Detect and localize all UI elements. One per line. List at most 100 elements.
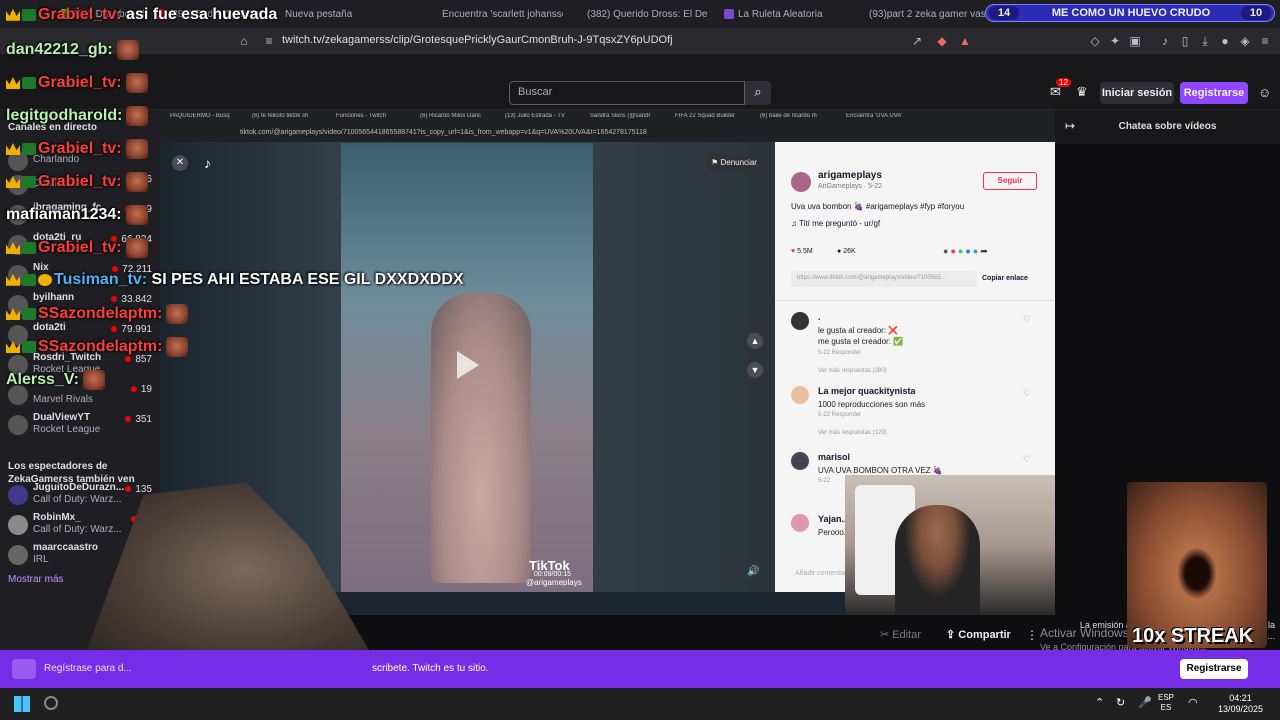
inner-tab: FIFA 22 Squad Builder	[675, 113, 736, 119]
login-button[interactable]: Iniciar sesión	[1100, 82, 1174, 104]
heart-icon[interactable]: ♡	[1023, 314, 1031, 325]
chat-text: SI PES AHI ESTABA ESE GIL DXXDXDDX	[151, 271, 464, 288]
edit-button[interactable]: ✂ Editar	[880, 628, 921, 641]
share-icon[interactable]: ↗	[910, 34, 924, 48]
share-icons[interactable]: ●●●●●➦	[943, 246, 990, 257]
close-icon[interactable]: ✕	[172, 155, 188, 171]
crown-badge-icon	[6, 176, 20, 188]
url-field[interactable]: twitch.tv/zekagamerss/clip/GrotesquePric…	[282, 34, 673, 46]
chat-title: Chatea sobre vídeos	[1118, 121, 1217, 132]
windows-start-icon[interactable]	[14, 696, 30, 712]
scissors-icon: ✂	[880, 629, 893, 641]
menu-icon[interactable]: ≡	[1258, 34, 1272, 48]
follow-button[interactable]: Seguir	[983, 172, 1037, 190]
copy-link-button[interactable]: Copiar enlace	[982, 275, 1028, 282]
video-link-field[interactable]: https://www.tiktok.com/@arigameplays/vid…	[791, 271, 977, 287]
sidebar-toggle-icon[interactable]: ▯	[1178, 34, 1192, 48]
music-icon[interactable]: ♪	[1158, 34, 1172, 48]
clock[interactable]: 04:21 13/09/2025	[1218, 693, 1263, 715]
chat-username: mafiaman1234:	[6, 206, 122, 224]
windows-taskbar: ⌃ ↻ 🎤 ESP ES ◠ 04:21 13/09/2025	[0, 688, 1280, 720]
inner-tab: (6) te felicito tiktok sh	[252, 113, 309, 119]
roulette-icon	[724, 9, 734, 19]
heart-icon[interactable]: ♡	[1023, 388, 1031, 399]
streamer	[895, 505, 980, 615]
chat-message: SSazondelaptm:	[6, 337, 189, 361]
browser-tab[interactable]: Nueva pestaña	[285, 6, 405, 22]
inner-tab: Sandra Skins (@sandr	[590, 113, 651, 119]
sidebar-channel[interactable]: DualViewYT Rocket League 351	[8, 412, 158, 442]
prime-icon[interactable]: ♛	[1076, 84, 1088, 100]
emote-icon	[125, 205, 148, 225]
inner-tab: (6) Ricardo Milos Danc	[420, 113, 482, 119]
browser-tab[interactable]: (93)part 2 zeka gamer vas a c	[865, 6, 985, 22]
rewards-icon[interactable]: ▲	[958, 34, 972, 48]
tiktok-subline: AriGameplays · 5-22	[818, 183, 883, 190]
chat-message: SSazondelaptm:	[6, 304, 189, 328]
inner-tab: (13) Julio Estrada - TV	[505, 113, 565, 119]
screenshot-icon[interactable]: ▣	[1128, 34, 1142, 48]
play-icon[interactable]	[457, 351, 479, 379]
tray-chevron-icon[interactable]: ⌃	[1095, 696, 1104, 709]
stream-alert-banner: 14 ME COMO UN HUEVO CRUDO 10	[985, 4, 1275, 22]
vpn-icon[interactable]: ◈	[1238, 34, 1252, 48]
search-input[interactable]: Buscar	[509, 81, 745, 105]
site-settings-icon[interactable]: ≡	[262, 34, 276, 48]
tiktok-username[interactable]: arigameplays	[818, 170, 882, 181]
signup-button[interactable]: Registrarse	[1180, 659, 1248, 679]
brave-shield-icon[interactable]: ◆	[935, 34, 949, 48]
language-indicator[interactable]: ESP ES	[1158, 693, 1174, 713]
chat-username: SSazondelaptm:	[38, 338, 163, 356]
chat-username: dan42212_gb:	[6, 41, 113, 59]
show-more-link[interactable]: Mostrar más	[8, 574, 64, 585]
avatar	[8, 545, 28, 565]
chat-username: Tusiman_tv:	[54, 271, 148, 288]
address-bar: ⌂ ≡ twitch.tv/zekagamerss/clip/Grotesque…	[0, 28, 1280, 54]
inner-url: tiktok.com/@arigameplays/video/710056544…	[240, 129, 647, 136]
search-icon[interactable]: ⌕	[745, 81, 771, 105]
user-icon[interactable]: ☺	[1258, 85, 1271, 100]
subscriber-badge-icon	[22, 143, 36, 155]
heart-icon[interactable]: ♡	[1023, 454, 1031, 465]
more-icon[interactable]: ⋮	[1026, 628, 1038, 642]
tiktok-video[interactable]: TikTok 00:09/00:15 @arigameplays	[341, 143, 593, 593]
comment-count[interactable]: ● 26K	[837, 248, 856, 255]
video-music[interactable]: ♫ Tití me preguntó - ur/gf	[791, 219, 880, 228]
sync-icon[interactable]: ↻	[1116, 696, 1125, 709]
share-icon: ⇪	[946, 629, 959, 641]
puzzle-icon[interactable]: ✦	[1108, 34, 1122, 48]
bookmark-icon[interactable]: ⌂	[237, 34, 251, 48]
downloads-icon[interactable]: ⤓	[1198, 34, 1212, 48]
emote-icon	[125, 238, 148, 258]
divider	[775, 300, 1055, 301]
alert-right-count: 10	[1241, 6, 1271, 20]
register-button[interactable]: Registrarse	[1180, 82, 1248, 104]
signup-text-tail: scribete. Twitch es tu sitio.	[372, 663, 489, 674]
extension-icon[interactable]: ◇	[1088, 34, 1102, 48]
twitch-header: Buscar ⌕ ✉ 12 ♛ Iniciar sesión Registrar…	[0, 54, 1280, 110]
wifi-icon[interactable]: ◠	[1188, 696, 1198, 709]
volume-icon[interactable]: 🔊	[747, 566, 759, 577]
chat-message: Tusiman_tv: SI PES AHI ESTABA ESE GIL DX…	[6, 271, 464, 295]
chat-username: Grabiel_tv:	[38, 74, 122, 92]
browser-tab[interactable]: La Ruleta Aleatoria	[724, 6, 849, 22]
search-icon[interactable]	[44, 696, 58, 710]
chat-username: Grabiel_tv:	[38, 140, 122, 158]
avatar	[791, 514, 809, 532]
profile-icon[interactable]: ●	[1218, 34, 1232, 48]
comment-item: . le gusta al creador: ❌ me gusta el cre…	[791, 312, 1041, 374]
share-button[interactable]: ⇪ Compartir	[946, 628, 1011, 641]
chat-username: Grabiel_tv:	[38, 6, 122, 23]
sidebar-channel[interactable]: JuguitoDeDurazn... Call of Duty: Warz... 1…	[8, 482, 158, 512]
twitch-glitch-icon	[12, 659, 36, 679]
chevron-up-icon[interactable]: ▲	[747, 333, 763, 349]
microphone-icon[interactable]: 🎤	[1138, 696, 1152, 709]
browser-tab[interactable]: Encuentra 'scarlett johansson' s	[438, 6, 563, 22]
chevron-down-icon[interactable]: ▼	[747, 362, 763, 378]
like-count[interactable]: ♥ 5.5M	[791, 248, 813, 255]
chat-message: Grabiel_tv:	[6, 73, 148, 97]
browser-tab[interactable]: (382) Querido Dross: El Dentist	[583, 6, 708, 22]
video-subject	[431, 293, 531, 583]
report-button[interactable]: ⚑ Denunciar	[705, 155, 763, 171]
tiktok-icon: ♪	[204, 155, 211, 171]
